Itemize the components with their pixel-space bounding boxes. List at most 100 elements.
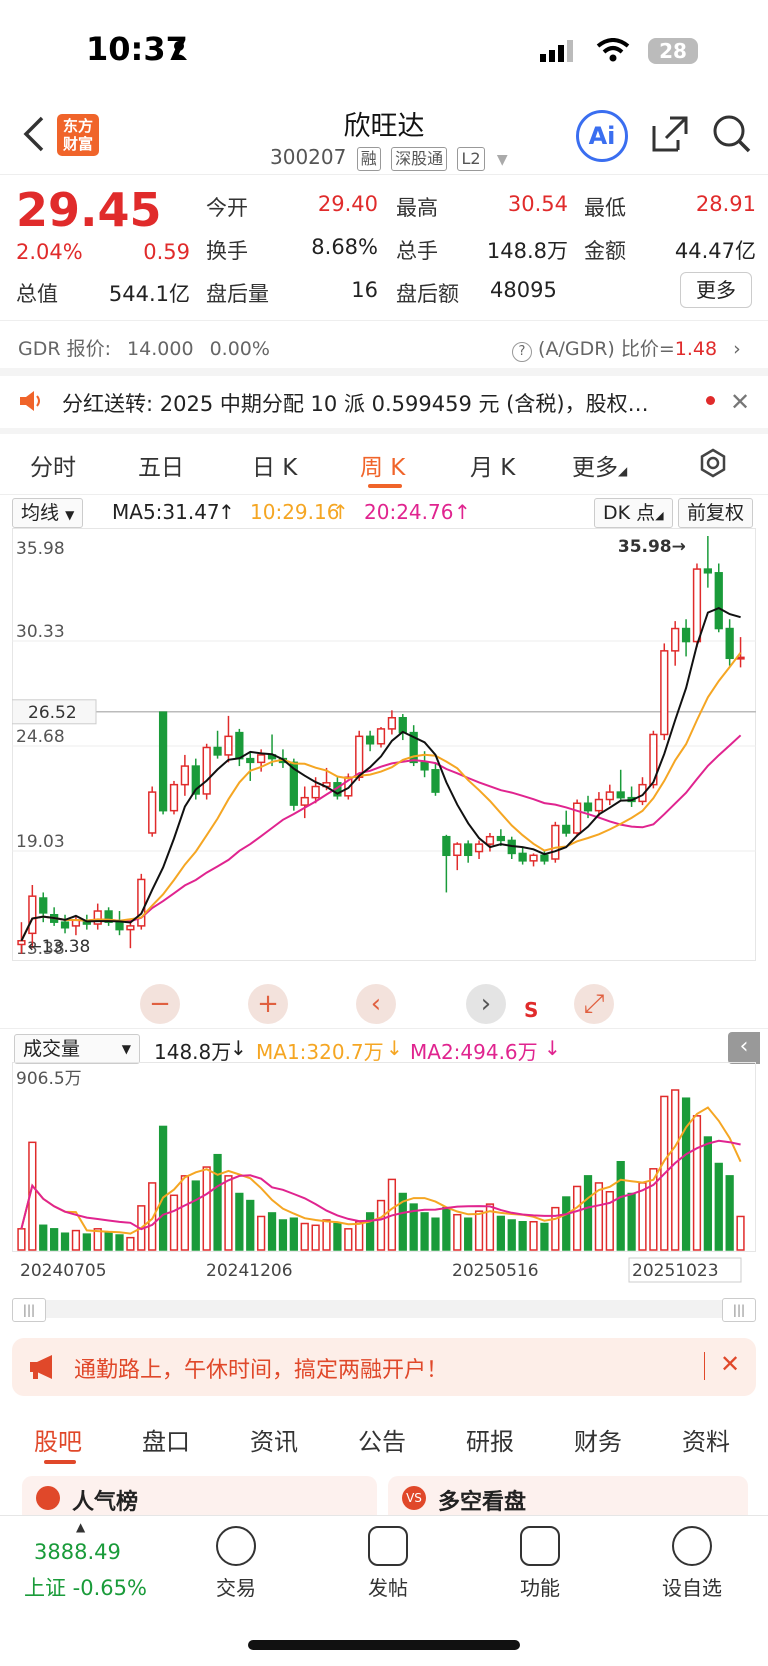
zoom-out-button[interactable]: −	[140, 984, 180, 1024]
ma2-value: MA2:494.6万	[410, 1040, 538, 1064]
amount-value: 44.47亿	[674, 239, 756, 263]
index-value[interactable]: 3888.49	[34, 1540, 121, 1564]
ma1-value: MA1:320.7万	[256, 1040, 384, 1064]
indicator-select[interactable]: 成交量 ▼	[14, 1034, 140, 1064]
candle-body	[398, 717, 407, 734]
gdr-label: GDR 报价:	[18, 338, 111, 360]
candle-body	[714, 572, 723, 630]
volume-bar	[725, 1175, 734, 1251]
promo-banner[interactable]: 通勤路上，午休时间，搞定两融开户！ ✕	[12, 1338, 756, 1396]
gdr-ratio-row[interactable]: ? (A/GDR) 比价=1.48 ›	[512, 334, 741, 362]
tab-weekly-k[interactable]: 周 K	[360, 448, 405, 482]
chart-scrollbar[interactable]: ||| |||	[12, 1298, 756, 1322]
ai-icon[interactable]: Ai	[576, 110, 628, 162]
stock-code-row[interactable]: 300207 融 深股通 L2 ▼	[270, 145, 508, 171]
candle-body	[540, 854, 549, 862]
candle-body	[474, 843, 484, 853]
volume-bar	[420, 1212, 429, 1251]
dropdown-icon: ▼	[496, 152, 508, 168]
y-tick-label: 24.68	[16, 727, 65, 747]
mktcap-label: 总值	[16, 282, 58, 306]
last-price: 29.45	[16, 183, 162, 237]
zoom-in-button[interactable]: +	[248, 984, 288, 1024]
notice-label: 分红送转:	[62, 392, 154, 416]
volume-bar	[39, 1224, 48, 1251]
tab-news[interactable]: 资讯	[250, 1422, 298, 1457]
candle-body	[60, 921, 70, 929]
volume-bar	[703, 1136, 712, 1251]
volume-bar	[191, 1180, 200, 1251]
x-tick-label: 20240705	[20, 1261, 107, 1281]
nav-trade[interactable]: 交易	[186, 1526, 286, 1601]
volume-bar	[627, 1192, 636, 1251]
notice-text: 2025 中期分配 10 派 0.599459 元 (含税)，股权…	[159, 392, 649, 416]
kline-chart[interactable]: 35.9830.3324.6819.0313.3826.5235.98→←13.…	[12, 528, 756, 1023]
pan-right-button[interactable]: ›	[466, 984, 506, 1024]
volume-label: 总手	[396, 239, 438, 263]
volume-bar	[551, 1206, 560, 1251]
tab-financials[interactable]: 财务	[574, 1422, 622, 1457]
card-bull-bear[interactable]: VS 多空看盘	[388, 1476, 748, 1516]
help-icon[interactable]: ?	[512, 342, 532, 362]
ma10-arrow: ↑	[332, 500, 349, 524]
fullscreen-button[interactable]: ⤢	[574, 984, 614, 1024]
close-icon[interactable]: ✕	[720, 1350, 740, 1378]
tab-guba[interactable]: 股吧	[34, 1422, 82, 1457]
turnover-value: 8.68%	[311, 235, 378, 259]
more-button[interactable]: 更多	[680, 272, 752, 308]
ma10-line	[20, 651, 742, 942]
pan-left-button[interactable]: ‹	[356, 984, 396, 1024]
tab-research[interactable]: 研报	[466, 1422, 514, 1457]
volume-chart[interactable]: 906.5万 20240705 20241206 20250516 20251023	[12, 1062, 756, 1290]
tab-announcements[interactable]: 公告	[358, 1422, 406, 1457]
vol-arrow: ↓	[230, 1036, 247, 1060]
x-tick-label: 20250516	[452, 1261, 539, 1281]
adjust-button[interactable]: 前复权	[678, 498, 754, 528]
tab-five-day[interactable]: 五日	[138, 448, 184, 482]
tag-connect: 深股通	[391, 147, 448, 171]
search-icon[interactable]	[712, 114, 752, 158]
tab-intraday[interactable]: 分时	[30, 448, 76, 482]
tab-daily-k[interactable]: 日 K	[252, 448, 297, 482]
tab-monthly-k[interactable]: 月 K	[470, 448, 515, 482]
volume-bar	[235, 1192, 244, 1251]
index-label[interactable]: 上证 -0.65%	[24, 1572, 147, 1602]
tab-profile[interactable]: 资料	[682, 1422, 730, 1457]
person-icon	[170, 40, 188, 60]
volume-bar	[442, 1206, 451, 1251]
dk-point-button[interactable]: DK 点◢	[594, 498, 673, 528]
ma2-arrow: ↓	[544, 1036, 561, 1060]
gdr-price: 14.000	[127, 338, 194, 360]
close-icon[interactable]: ✕	[730, 388, 750, 416]
volume-bar	[126, 1236, 135, 1251]
candle-body	[376, 728, 386, 745]
candle-body	[583, 802, 593, 812]
candle-body	[257, 754, 266, 764]
volume-bar	[431, 1217, 440, 1251]
volume-bar	[169, 1194, 179, 1251]
dropdown-icon: ▼	[65, 508, 75, 522]
ma-select[interactable]: 均线 ▼	[12, 498, 84, 528]
volume-bar	[572, 1185, 582, 1251]
scroll-handle-right[interactable]: |||	[722, 1298, 756, 1322]
gdr-ratio-value: 1.48	[674, 338, 718, 360]
card-popularity[interactable]: 人气榜	[22, 1476, 377, 1516]
candle-body	[485, 835, 495, 845]
scroll-handle-left[interactable]: |||	[12, 1298, 46, 1322]
volume-bar	[289, 1217, 298, 1251]
candle-body	[28, 895, 37, 935]
collapse-panel-icon[interactable]: ‹	[728, 1032, 760, 1064]
home-indicator	[248, 1640, 520, 1650]
settings-icon[interactable]	[698, 448, 728, 482]
nav-functions[interactable]: 功能	[490, 1526, 590, 1601]
nav-add-watchlist[interactable]: 设自选	[642, 1526, 742, 1601]
volume-bar	[50, 1228, 59, 1251]
share-icon[interactable]	[650, 114, 690, 158]
tab-pankou[interactable]: 盘口	[142, 1422, 190, 1457]
ma10-value: 10:29.16	[250, 500, 340, 524]
edit-icon	[368, 1526, 408, 1566]
dividend-notice[interactable]: 分红送转: 2025 中期分配 10 派 0.599459 元 (含税)，股权…	[62, 388, 682, 418]
tab-more[interactable]: 更多◢	[572, 448, 627, 482]
volume-bar	[736, 1215, 745, 1251]
nav-post[interactable]: 发帖	[338, 1526, 438, 1601]
